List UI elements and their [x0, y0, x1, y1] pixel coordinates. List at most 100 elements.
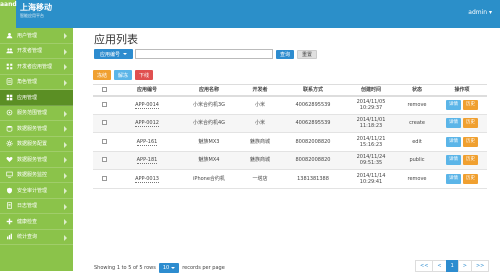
- cell-status: remove: [397, 169, 437, 189]
- sidebar-item-8[interactable]: 数据服务管理: [0, 152, 73, 168]
- app-code-link[interactable]: APP-181: [136, 157, 158, 165]
- chevron-right-icon: [64, 234, 67, 241]
- sidebar-item-6[interactable]: 数据服务管理: [0, 121, 73, 137]
- thaw-button[interactable]: 解冻: [114, 70, 133, 80]
- col-header-code[interactable]: 应用编号: [115, 84, 179, 97]
- table-row[interactable]: APP-0013 iPhone合约机 一塔店 1381381388 2014/11/14…: [93, 169, 487, 189]
- sidebar-item-label: 数据服务管理: [17, 156, 48, 163]
- app-logo[interactable]: aand: [0, 0, 17, 28]
- page-prev-button[interactable]: <: [432, 260, 447, 272]
- brand-name: 上海移动: [20, 3, 52, 12]
- sidebar-item-13[interactable]: 统计查询: [0, 230, 73, 245]
- col-header-status[interactable]: 状态: [397, 84, 437, 97]
- user-icon: [6, 32, 13, 39]
- app-code-link[interactable]: APP-161: [136, 138, 158, 146]
- col-header-actions: 操作项: [437, 84, 487, 97]
- row-checkbox[interactable]: [101, 102, 107, 107]
- app-code-link[interactable]: APP-0012: [135, 120, 159, 128]
- search-bar: 应用编号 查询 重置: [94, 49, 318, 59]
- row-select-cell: [93, 132, 115, 152]
- row-checkbox[interactable]: [101, 138, 107, 144]
- chevron-right-icon: [64, 79, 67, 86]
- reset-button[interactable]: 重置: [297, 49, 318, 59]
- created-time: 15:16:23: [359, 141, 383, 148]
- select-all-checkbox[interactable]: [101, 86, 107, 92]
- sidebar-item-label: 角色管理: [17, 79, 38, 86]
- row-checkbox[interactable]: [101, 120, 107, 126]
- chevron-right-icon: [64, 48, 67, 55]
- pagination: << < 1 > >>: [415, 260, 490, 272]
- sidebar-item-label: 安全审计管理: [17, 187, 48, 194]
- table-row[interactable]: APP-0014 小米合约机3G 小米 40062895539 2014/11/05 10…: [93, 95, 487, 115]
- scope-icon: [6, 109, 13, 116]
- table-row[interactable]: APP-161 魅族MX3 魅族商城 80082008820 2014/11/21 15:…: [93, 132, 487, 152]
- app-code-link[interactable]: APP-0014: [135, 102, 159, 109]
- cell-developer: 魅族商城: [239, 151, 281, 170]
- cell-created: 2014/11/01 11:18:23: [345, 114, 397, 133]
- history-button[interactable]: 历史: [463, 155, 478, 166]
- sidebar-item-label: 数据服务管理: [17, 125, 48, 132]
- freeze-button[interactable]: 冻结: [93, 70, 112, 80]
- detail-button[interactable]: 详情: [446, 155, 461, 166]
- col-header-name[interactable]: 应用名称: [179, 84, 239, 97]
- chevron-right-icon: [64, 126, 67, 132]
- cell-code: APP-0014: [115, 95, 179, 115]
- app-code-link[interactable]: APP-0013: [135, 175, 159, 183]
- page-first-button[interactable]: <<: [415, 260, 434, 272]
- table-row[interactable]: APP-0012 小米合约机4G 小米 40062895539 2014/11/01 11…: [93, 114, 487, 133]
- table-row[interactable]: APP-181 魅族MX4 魅族商城 80082008820 2014/11/24 09:…: [93, 151, 487, 170]
- search-field-dropdown[interactable]: 应用编号: [94, 49, 134, 59]
- heart-icon: [6, 156, 13, 163]
- history-button[interactable]: 历史: [463, 173, 478, 184]
- row-checkbox[interactable]: [101, 175, 107, 181]
- cell-code: APP-0013: [115, 169, 179, 189]
- rows-summary: Showing 1 to 5 of 5 rows: [94, 265, 156, 271]
- col-header-created[interactable]: 创建时间: [345, 84, 397, 97]
- sidebar-item-7[interactable]: 数据服务配置: [0, 137, 73, 152]
- detail-button[interactable]: 详情: [446, 136, 461, 147]
- monitor-icon: [6, 171, 13, 178]
- user-menu[interactable]: admin ▾: [468, 9, 492, 16]
- offline-button[interactable]: 下线: [135, 70, 154, 80]
- detail-button[interactable]: 详情: [446, 173, 461, 184]
- cell-contact: 40062895539: [281, 95, 345, 115]
- cell-created: 2014/11/14 10:29:41: [345, 169, 397, 189]
- col-header-contact[interactable]: 联系方式: [281, 84, 345, 97]
- sidebar-item-5[interactable]: 服务范围管理: [0, 106, 73, 121]
- sidebar-item-label: 开发者管理: [17, 48, 43, 55]
- cell-status: public: [397, 151, 437, 170]
- page-last-button[interactable]: >>: [470, 260, 490, 272]
- role-icon: [6, 78, 13, 85]
- sidebar-item-4[interactable]: 应用管理: [0, 90, 73, 106]
- cell-name: 小米合约机3G: [179, 95, 239, 115]
- history-button[interactable]: 历史: [463, 118, 478, 129]
- row-select-cell: [93, 95, 115, 115]
- sidebar-item-12[interactable]: 健康检查: [0, 214, 73, 230]
- sidebar-item-10[interactable]: 安全审计管理: [0, 183, 73, 199]
- sidebar-item-3[interactable]: 角色管理: [0, 75, 73, 90]
- sidebar-item-label: 数据服务配置: [17, 141, 48, 148]
- row-checkbox[interactable]: [101, 157, 107, 163]
- select-all-cell: [93, 84, 115, 97]
- sidebar-item-2[interactable]: 开发者应用管理: [0, 59, 73, 75]
- history-button[interactable]: 历史: [463, 100, 478, 110]
- sidebar-item-9[interactable]: 数据服务监控: [0, 168, 73, 183]
- chevron-right-icon: [64, 110, 67, 117]
- query-button[interactable]: 查询: [276, 49, 295, 59]
- page-next-button[interactable]: >: [457, 260, 472, 272]
- search-input[interactable]: [135, 49, 274, 59]
- page-size-dropdown[interactable]: 10: [158, 263, 180, 273]
- cell-code: APP-0012: [115, 114, 179, 133]
- history-button[interactable]: 历史: [463, 136, 478, 147]
- detail-button[interactable]: 详情: [446, 118, 461, 129]
- created-time: 09:51:35: [359, 160, 383, 167]
- cell-developer: 魅族商城: [239, 132, 281, 152]
- page-size-value: 10: [162, 265, 170, 271]
- detail-button[interactable]: 详情: [446, 100, 461, 110]
- sidebar-item-0[interactable]: 用户管理: [0, 28, 73, 44]
- cell-name: iPhone合约机: [179, 169, 239, 189]
- sidebar-item-11[interactable]: 日志管理: [0, 199, 73, 214]
- col-header-developer[interactable]: 开发者: [239, 84, 281, 97]
- sidebar-item-1[interactable]: 开发者管理: [0, 44, 73, 59]
- data-icon: [6, 125, 13, 132]
